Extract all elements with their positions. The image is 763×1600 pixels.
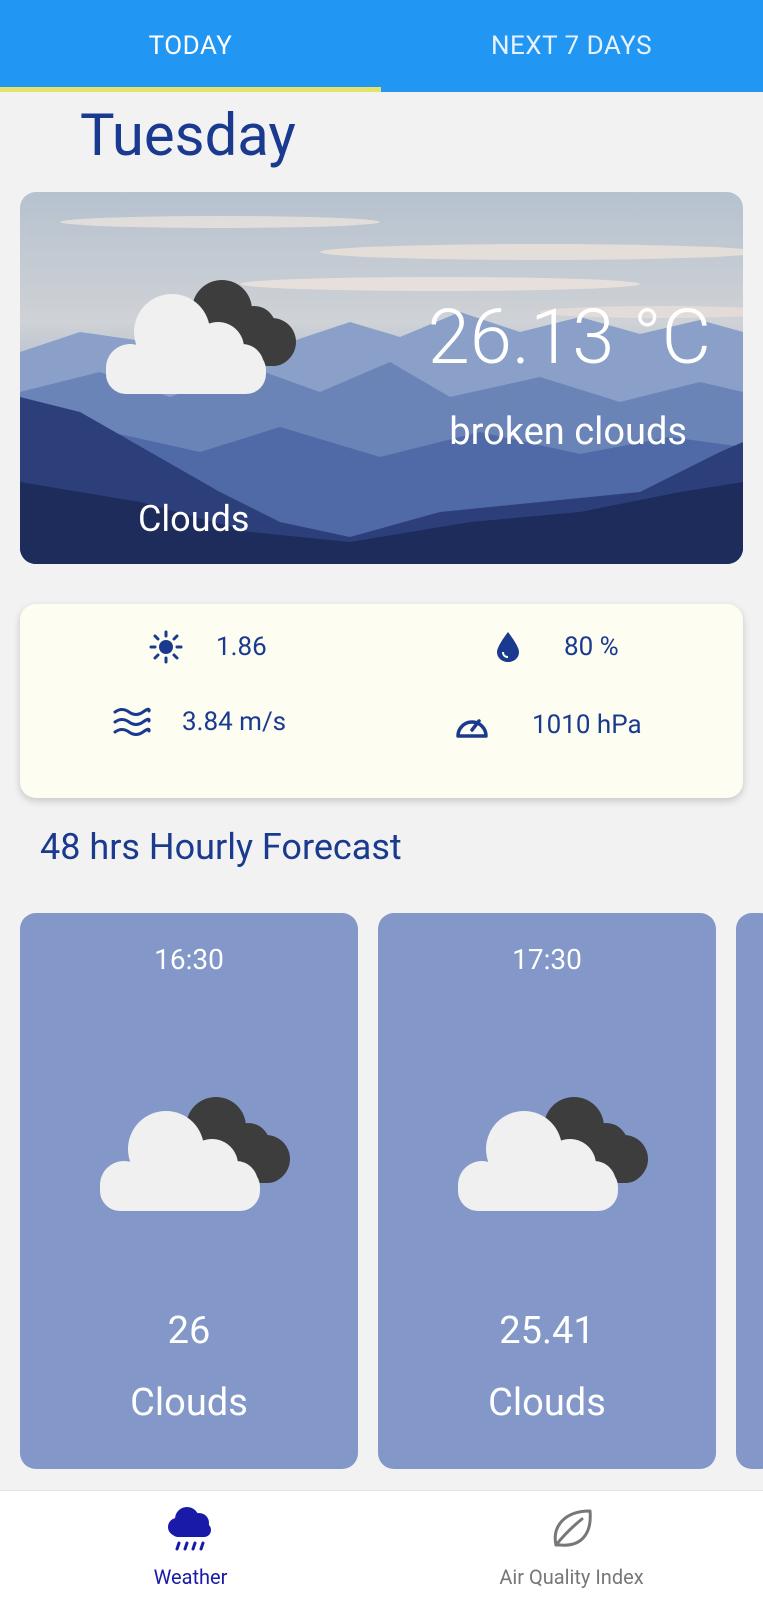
cloud-icon: [100, 1097, 290, 1211]
weather-description: broken clouds: [449, 410, 687, 454]
bottom-navigation: Weather Air Quality Index: [0, 1490, 763, 1600]
tab-indicator: [0, 87, 381, 92]
hourly-card[interactable]: 16:30 26 Clouds: [20, 913, 358, 1469]
cloud-icon: [106, 280, 296, 394]
nav-air-quality[interactable]: Air Quality Index: [381, 1491, 762, 1600]
hourly-forecast-title: 48 hrs Hourly Forecast: [40, 826, 402, 868]
rain-cloud-icon: [167, 1507, 211, 1551]
day-title: Tuesday: [80, 102, 296, 170]
uv-index: 1.86: [146, 630, 267, 664]
humidity-value: 80 %: [564, 632, 619, 662]
current-weather-card: 26.13 °C broken clouds Clouds: [20, 192, 743, 564]
hourly-card[interactable]: 17:30 25.41 Clouds: [378, 913, 716, 1469]
cloud-icon: [458, 1097, 648, 1211]
hourly-time: 16:30: [154, 943, 224, 976]
hourly-temperature: 25.41: [499, 1309, 595, 1353]
humidity: 80 %: [488, 630, 619, 664]
current-temperature: 26.13 °C: [427, 292, 711, 382]
top-tab-bar: TODAY NEXT 7 DAYS: [0, 0, 763, 92]
pressure-value: 1010 hPa: [532, 710, 642, 740]
pressure: 1010 hPa: [452, 710, 642, 740]
leaf-icon: [553, 1509, 592, 1547]
tab-today[interactable]: TODAY: [0, 0, 381, 92]
hourly-temperature: 26: [167, 1309, 211, 1353]
hourly-card-partial[interactable]: [736, 913, 763, 1469]
nav-aqi-label: Air Quality Index: [499, 1565, 644, 1589]
nav-weather[interactable]: Weather: [0, 1491, 381, 1600]
weather-details-card: 1.86 80 % 3.84 m/s 1010 hPa: [20, 604, 743, 798]
nav-weather-label: Weather: [153, 1565, 228, 1589]
weather-condition: Clouds: [138, 498, 250, 540]
wind-speed: 3.84 m/s: [112, 706, 286, 738]
tab-next-7-days[interactable]: NEXT 7 DAYS: [381, 0, 762, 92]
sun-icon: [146, 630, 186, 664]
wind-waves-icon: [112, 706, 152, 738]
hourly-condition: Clouds: [130, 1381, 248, 1425]
water-drop-icon: [488, 630, 528, 664]
wind-value: 3.84 m/s: [182, 707, 287, 737]
hourly-time: 17:30: [512, 943, 582, 976]
hourly-condition: Clouds: [488, 1381, 606, 1425]
gauge-icon: [452, 710, 492, 740]
uv-value: 1.86: [216, 632, 267, 662]
